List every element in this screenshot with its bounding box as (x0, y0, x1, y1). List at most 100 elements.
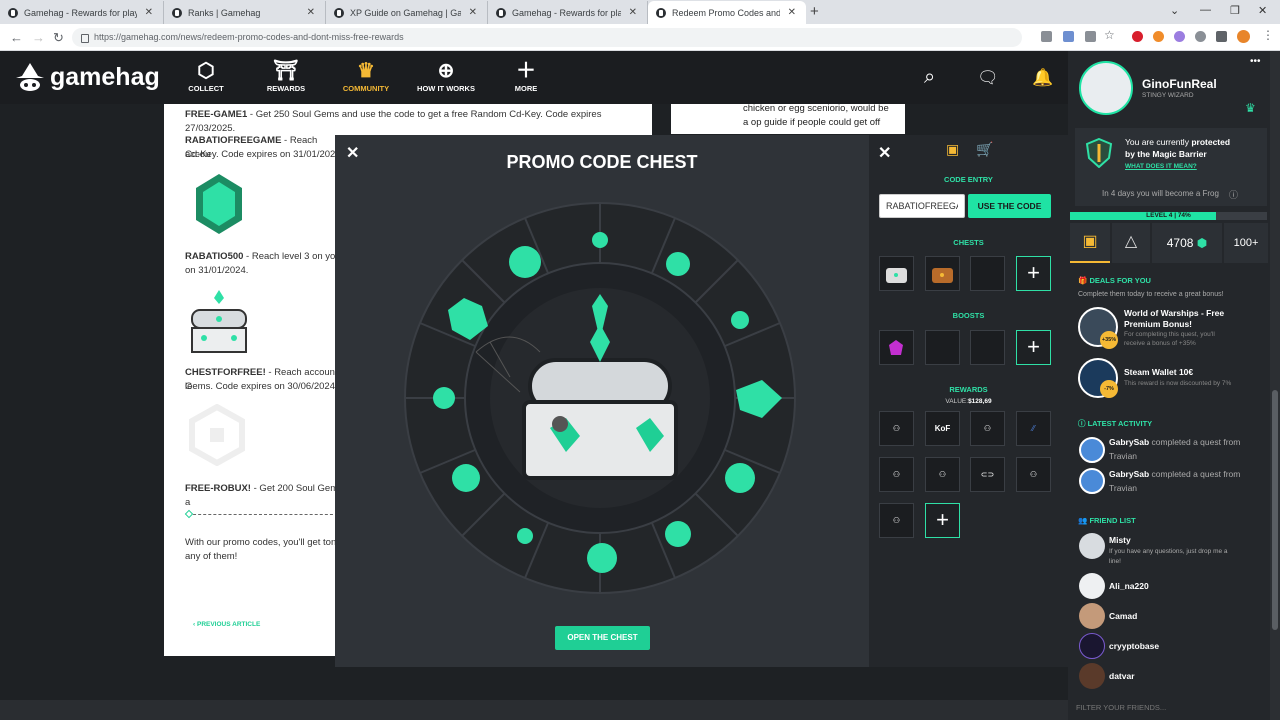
info-icon[interactable]: ⓘ (1229, 188, 1238, 201)
chat-icon[interactable]: 🗨 (977, 68, 999, 88)
reward-slot[interactable]: KoF (925, 411, 960, 446)
reward-slot[interactable]: ⚇ (879, 457, 914, 492)
nav-community[interactable]: ♛ COMMUNITY (331, 58, 401, 93)
nav-how-it-works[interactable]: ⊕ HOW IT WORKS (411, 58, 481, 93)
nav-rewards[interactable]: ⛩ REWARDS (251, 58, 321, 93)
chest-stat-icon: ▣ (1082, 233, 1098, 250)
gamehag-logo[interactable]: gamehag (14, 62, 160, 92)
scrollbar-thumb[interactable] (1272, 390, 1278, 630)
boost-slot[interactable] (879, 330, 914, 365)
back-icon[interactable]: ← (10, 30, 23, 45)
forward-icon[interactable]: → (32, 30, 45, 45)
gems-stat[interactable]: 4708 ⬢ (1152, 223, 1222, 263)
friend-name[interactable]: datvar (1109, 671, 1135, 681)
tab-title: XP Guide on Gamehag | Gameha (350, 7, 461, 18)
browser-tab-active[interactable]: Redeem Promo Codes and don't ✕ (648, 1, 806, 24)
deal-title[interactable]: Steam Wallet 10€ (1124, 367, 1193, 377)
close-icon[interactable]: ✕ (788, 7, 796, 18)
triangle-stat[interactable]: △ (1112, 223, 1150, 263)
maximize-button[interactable]: ❐ (1230, 4, 1240, 17)
deal-title[interactable]: Premium Bonus! (1124, 319, 1192, 329)
browser-tab[interactable]: Ranks | Gamehag ✕ (164, 1, 326, 24)
reward-icon: ⚇ (892, 470, 901, 479)
profile-avatar[interactable] (1237, 30, 1250, 43)
sidepanel-icon[interactable] (1216, 31, 1227, 42)
chest-tab-icon[interactable]: ▣ (946, 141, 959, 158)
friend-avatar[interactable] (1079, 573, 1105, 599)
reward-slot[interactable]: ⊂⊃ (970, 457, 1005, 492)
friend-name[interactable]: Misty (1109, 535, 1131, 545)
cart-tab-icon[interactable]: 🛒 (976, 141, 993, 158)
friend-avatar[interactable] (1079, 663, 1105, 689)
reload-icon[interactable]: ↻ (53, 30, 64, 46)
install-icon[interactable] (1041, 31, 1052, 42)
extensions-puzzle-icon[interactable] (1195, 31, 1206, 42)
minimize-button[interactable]: — (1200, 4, 1211, 16)
user-rank: STINGY WIZARD (1142, 92, 1194, 99)
extension-icon[interactable] (1174, 31, 1185, 42)
reward-slot[interactable]: ⁄⁄ (1016, 411, 1051, 446)
browser-tab[interactable]: Gamehag - Rewards for playing g ✕ (0, 1, 164, 24)
activity-avatar[interactable] (1079, 468, 1105, 494)
friend-name[interactable]: Camad (1109, 611, 1137, 621)
nav-collect[interactable]: ⬡ COLLECT (171, 58, 241, 93)
reward-slot[interactable]: ⚇ (925, 457, 960, 492)
add-boost-button[interactable]: + (1016, 330, 1051, 365)
friend-name[interactable]: Ali_na220 (1109, 581, 1149, 591)
previous-article-link[interactable]: ‹ PREVIOUS ARTICLE (193, 621, 260, 628)
friend-avatar[interactable] (1079, 603, 1105, 629)
metamask-extension-icon[interactable] (1153, 31, 1164, 42)
search-icon[interactable]: ⌕ (924, 66, 935, 89)
add-chest-button[interactable]: + (1016, 256, 1051, 291)
close-icon[interactable]: ✕ (307, 7, 315, 18)
open-chest-button[interactable]: OPEN THE CHEST (555, 626, 650, 650)
bell-icon[interactable]: 🔔 (1032, 68, 1053, 88)
add-reward-button[interactable]: + (925, 503, 960, 538)
new-tab-button[interactable]: + (810, 3, 819, 20)
close-icon[interactable]: ✕ (145, 7, 153, 18)
activity-user[interactable]: GabrySab (1109, 437, 1149, 447)
protection-link[interactable]: WHAT DOES IT MEAN? (1125, 163, 1197, 170)
reward-slot[interactable]: ⚇ (879, 503, 914, 538)
activity-avatar[interactable] (1079, 437, 1105, 463)
friends-head-text: FRIEND LIST (1089, 516, 1136, 525)
reward-slot[interactable]: ⚇ (879, 411, 914, 446)
opera-extension-icon[interactable] (1132, 31, 1143, 42)
friend-name[interactable]: cryyptobase (1109, 641, 1159, 651)
promo-code-line: RABATIO500 - Reach level 3 on your (185, 250, 345, 264)
username[interactable]: GinoFunReal (1142, 77, 1217, 91)
more-options-icon[interactable]: ••• (1250, 56, 1261, 67)
deal-title[interactable]: World of Warships - Free (1124, 308, 1224, 318)
boost-slot-empty[interactable] (970, 330, 1005, 365)
browser-menu-icon[interactable]: ⋮ (1262, 28, 1274, 42)
bookmark-star-icon[interactable]: ☆ (1104, 28, 1115, 42)
reward-slot[interactable]: ⚇ (1016, 457, 1051, 492)
chest-slot-white[interactable] (879, 256, 914, 291)
browser-tab[interactable]: Gamehag - Rewards for playing g ✕ (488, 1, 648, 24)
nav-more[interactable]: ＋ MORE (491, 58, 561, 93)
close-icon[interactable]: ✕ (629, 7, 637, 18)
close-icon[interactable]: ✕ (469, 7, 477, 18)
reward-slot[interactable]: ⚇ (970, 411, 1005, 446)
page-footer-strip (0, 700, 1068, 720)
url-bar[interactable]: https://gamehag.com/news/redeem-promo-co… (72, 28, 1022, 47)
translate-icon[interactable] (1063, 31, 1074, 42)
friend-avatar[interactable] (1079, 533, 1105, 559)
chest-slot-empty[interactable] (970, 256, 1005, 291)
tab-title: Ranks | Gamehag (188, 7, 261, 18)
friend-avatar[interactable] (1079, 633, 1105, 659)
promo-code-input[interactable] (879, 194, 965, 218)
share-icon[interactable] (1085, 31, 1096, 42)
use-code-button[interactable]: USE THE CODE (968, 194, 1051, 218)
window-close-button[interactable]: ✕ (1258, 4, 1267, 17)
chest-slot-bronze[interactable] (925, 256, 960, 291)
activity-user[interactable]: GabrySab (1109, 469, 1149, 479)
browser-tab[interactable]: XP Guide on Gamehag | Gameha ✕ (326, 1, 488, 24)
user-avatar[interactable] (1079, 61, 1133, 115)
boost-slot-empty[interactable] (925, 330, 960, 365)
tab-search-icon[interactable]: ⌄ (1170, 4, 1179, 17)
filter-friends-input[interactable]: FILTER YOUR FRIENDS... (1076, 703, 1166, 712)
close-icon[interactable]: ✕ (878, 143, 891, 163)
level-stat[interactable]: 100+ (1224, 223, 1268, 263)
chest-stat[interactable]: ▣ (1070, 223, 1110, 263)
